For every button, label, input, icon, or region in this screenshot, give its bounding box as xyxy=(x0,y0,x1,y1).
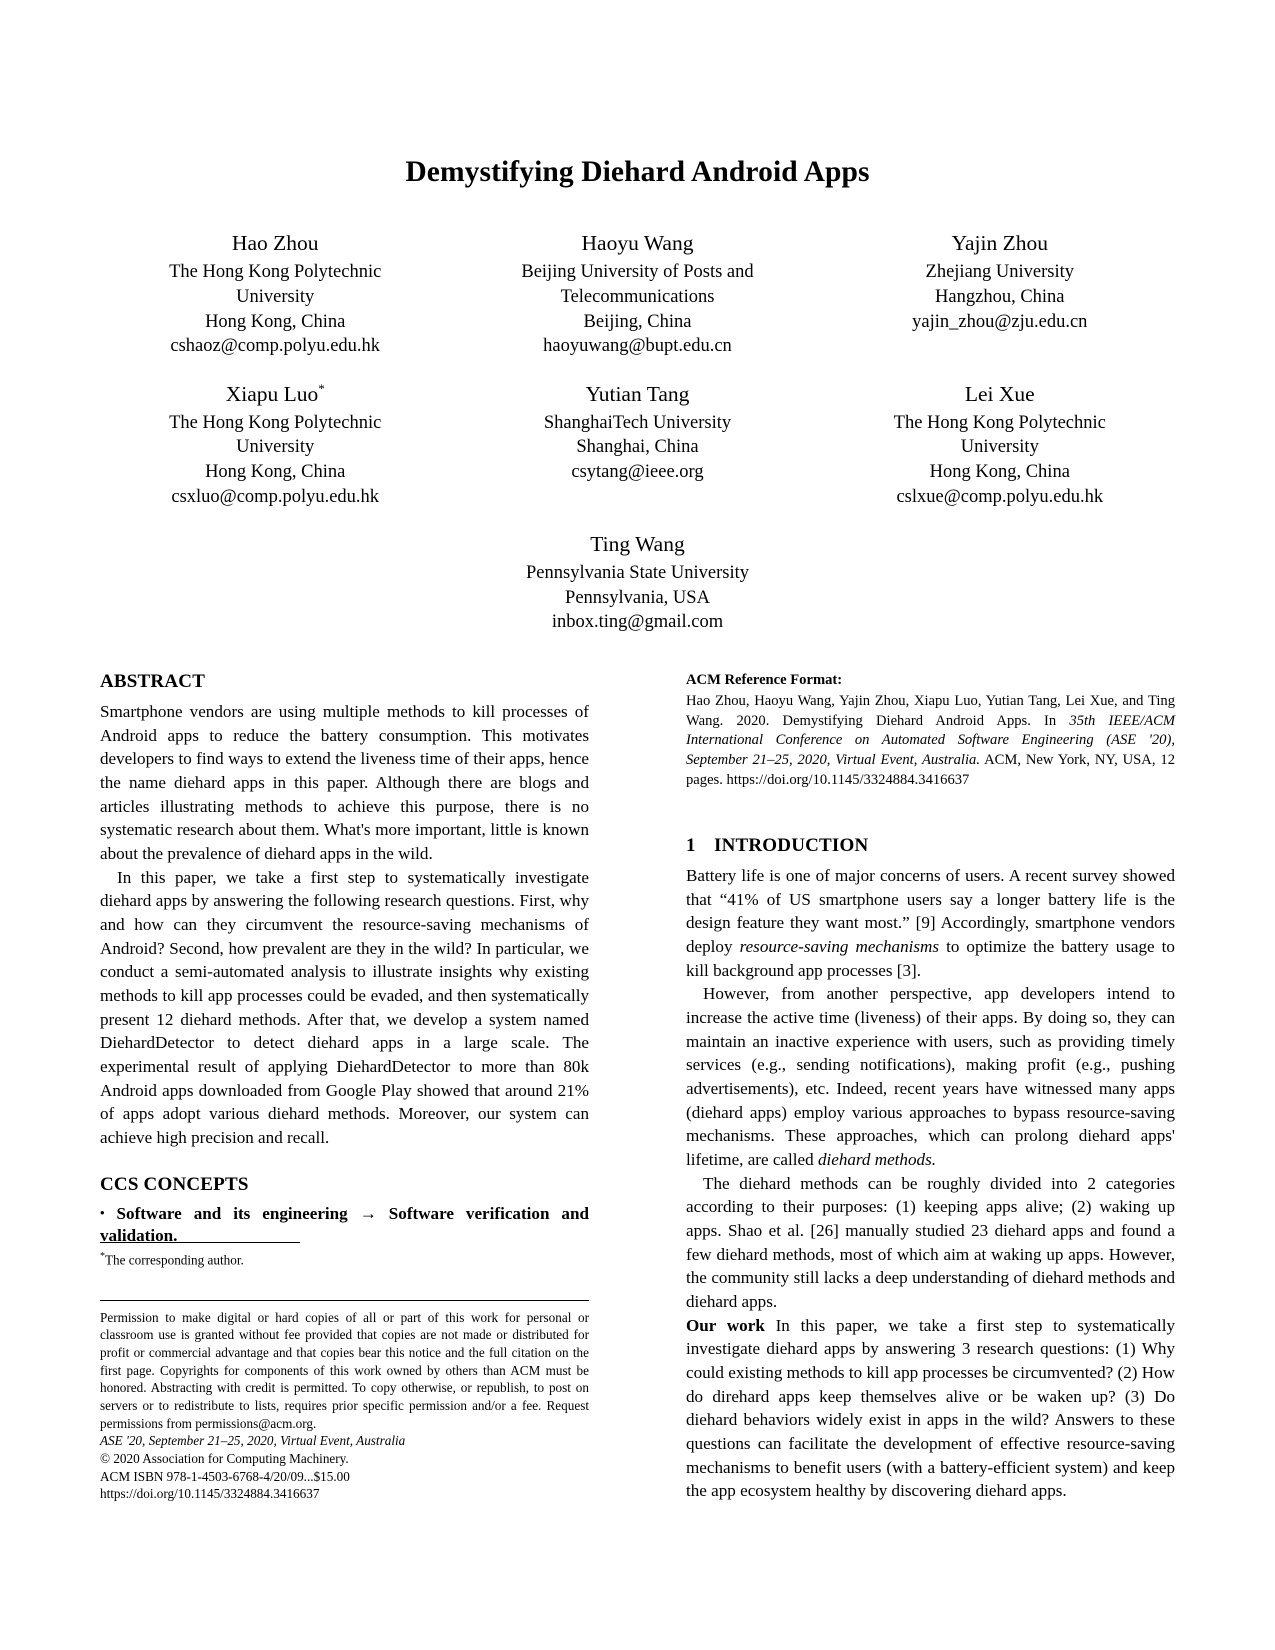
author-email: csxluo@comp.polyu.edu.hk xyxy=(171,486,380,507)
acm-reference-format-heading: ACM Reference Format: xyxy=(686,671,843,688)
author-location: Beijing, China xyxy=(583,311,692,332)
abstract-paragraph-1: Smartphone vendors are using multiple me… xyxy=(100,701,589,863)
corresponding-star: * xyxy=(318,380,325,396)
author-affiliation-1: Zhejiang University xyxy=(925,262,1075,283)
abstract-paragraph-2: In this paper, we take a first step to s… xyxy=(100,867,589,1147)
intro-p2-italic: diehard methods. xyxy=(817,1149,936,1169)
section-number: 1 xyxy=(686,834,696,856)
author-name-text: Hao Zhou xyxy=(231,231,319,256)
author-name: Ting Wang xyxy=(590,532,685,557)
ccs-bullet-icon: • xyxy=(100,1204,105,1220)
page-title: Demystifying Diehard Android Apps xyxy=(405,156,870,188)
author-email: inbox.ting@gmail.com xyxy=(551,612,724,633)
author-location: Pennsylvania, USA xyxy=(565,587,710,608)
author-email: cshaoz@comp.polyu.edu.hk xyxy=(170,336,381,357)
author-affiliation-2: University xyxy=(236,287,315,308)
author-row-1: Hao Zhou The Hong Kong Polytechnic Unive… xyxy=(100,230,1175,380)
two-column-body: ABSTRACT Smartphone vendors are using mu… xyxy=(100,671,1175,1503)
author-block: Haoyu Wang Beijing University of Posts a… xyxy=(462,230,812,358)
author-email: haoyuwang@bupt.edu.cn xyxy=(543,336,732,357)
ccs-concepts-text: • Software and its engineering → Softwar… xyxy=(100,1203,589,1248)
intro-paragraph-1: Battery life is one of major concerns of… xyxy=(686,864,1175,982)
footnote-area: *The corresponding author. Permission to… xyxy=(100,1242,589,1503)
author-name-text: Yutian Tang xyxy=(585,381,690,406)
author-name-text: Haoyu Wang xyxy=(581,231,694,256)
author-affiliation-1: Pennsylvania State University xyxy=(526,563,749,584)
author-location: Hangzhou, China xyxy=(935,287,1065,308)
permission-notice: Permission to make digital or hard copie… xyxy=(100,1309,589,1431)
intro-p4-rest: In this paper, we take a first step to s… xyxy=(686,1315,1175,1501)
author-affiliation-2: University xyxy=(236,437,315,458)
ccs-arrow-icon: → xyxy=(359,1203,377,1223)
conference-line: ASE '20, September 21–25, 2020, Virtual … xyxy=(100,1433,406,1449)
author-row-2: Xiapu Luo* The Hong Kong Polytechnic Uni… xyxy=(100,381,1175,531)
copyright-line: © 2020 Association for Computing Machine… xyxy=(100,1451,349,1466)
author-email: yajin_zhou@zju.edu.cn xyxy=(912,311,1088,332)
author-name: Yutian Tang xyxy=(462,381,812,408)
author-affiliation-2: University xyxy=(960,437,1039,458)
author-name: Yajin Zhou xyxy=(825,230,1175,257)
author-block: Hao Zhou The Hong Kong Polytechnic Unive… xyxy=(100,230,450,358)
author-affiliation-1: Beijing University of Posts and xyxy=(521,262,754,283)
author-email: cslxue@comp.polyu.edu.hk xyxy=(896,486,1104,507)
corresponding-author-note: *The corresponding author. xyxy=(100,1242,589,1269)
copyright-block: Permission to make digital or hard copie… xyxy=(100,1299,589,1504)
left-column: ABSTRACT Smartphone vendors are using mu… xyxy=(100,671,589,1503)
author-name-text: Xiapu Luo xyxy=(225,381,319,406)
corresponding-author-text: *The corresponding author. xyxy=(100,1250,589,1269)
author-location: Shanghai, China xyxy=(576,437,699,458)
author-affiliation-2: Telecommunications xyxy=(560,287,715,308)
author-name-text: Yajin Zhou xyxy=(951,231,1048,256)
footnote-rule-full xyxy=(100,1299,589,1301)
author-name: Xiapu Luo* xyxy=(100,381,450,408)
intro-paragraph-2: However, from another perspective, app d… xyxy=(686,982,1175,1171)
author-row-3: Ting Wang Pennsylvania State University … xyxy=(100,531,1175,657)
author-affiliation-1: The Hong Kong Polytechnic xyxy=(893,412,1106,433)
paper-page: Demystifying Diehard Android Apps Hao Zh… xyxy=(0,0,1275,1650)
author-email: csytang@ieee.org xyxy=(571,462,704,483)
intro-p1-italic: resource-saving mechanisms xyxy=(739,936,940,956)
author-block: Ting Wang Pennsylvania State University … xyxy=(462,531,812,635)
section-title: INTRODUCTION xyxy=(714,834,869,856)
author-block: Yutian Tang ShanghaiTech University Shan… xyxy=(462,381,812,509)
intro-p2-a: However, from another perspective, app d… xyxy=(686,984,1175,1169)
isbn-line: ACM ISBN 978-1-4503-6768-4/20/09...$15.0… xyxy=(100,1468,350,1484)
author-block: Xiapu Luo* The Hong Kong Polytechnic Uni… xyxy=(100,381,450,509)
acm-reference-format: ACM Reference Format: Hao Zhou, Haoyu Wa… xyxy=(686,671,1175,791)
author-affiliation-1: The Hong Kong Polytechnic xyxy=(169,412,382,433)
footnote-rule-short xyxy=(100,1242,300,1244)
author-block: Lei Xue The Hong Kong Polytechnic Univer… xyxy=(825,381,1175,509)
introduction-heading: 1 INTRODUCTION xyxy=(686,835,1175,857)
author-name: Hao Zhou xyxy=(100,230,450,257)
author-affiliation-1: The Hong Kong Polytechnic xyxy=(169,262,382,283)
doi-link[interactable]: https://doi.org/10.1145/3324884.3416637 xyxy=(100,1485,589,1503)
intro-paragraph-4: Our work In this paper, we take a first … xyxy=(686,1314,1175,1503)
author-name-text: Lei Xue xyxy=(964,381,1035,406)
author-location: Hong Kong, China xyxy=(929,462,1070,483)
ccs-concepts-heading: CCS CONCEPTS xyxy=(100,1173,249,1195)
right-column: ACM Reference Format: Hao Zhou, Haoyu Wa… xyxy=(686,671,1175,1503)
ccs-term-1: Software and its engineering xyxy=(116,1203,348,1223)
author-location: Hong Kong, China xyxy=(205,311,346,332)
abstract-heading: ABSTRACT xyxy=(100,670,206,692)
our-work-label: Our work xyxy=(686,1315,765,1335)
corresponding-author-label: The corresponding author. xyxy=(105,1252,244,1268)
author-name: Lei Xue xyxy=(825,381,1175,408)
author-affiliation-1: ShanghaiTech University xyxy=(543,412,732,433)
author-block: Yajin Zhou Zhejiang University Hangzhou,… xyxy=(825,230,1175,358)
author-location: Hong Kong, China xyxy=(205,462,346,483)
footnote-spacer xyxy=(100,1270,589,1300)
author-name: Haoyu Wang xyxy=(462,230,812,257)
intro-paragraph-3: The diehard methods can be roughly divid… xyxy=(686,1173,1175,1312)
